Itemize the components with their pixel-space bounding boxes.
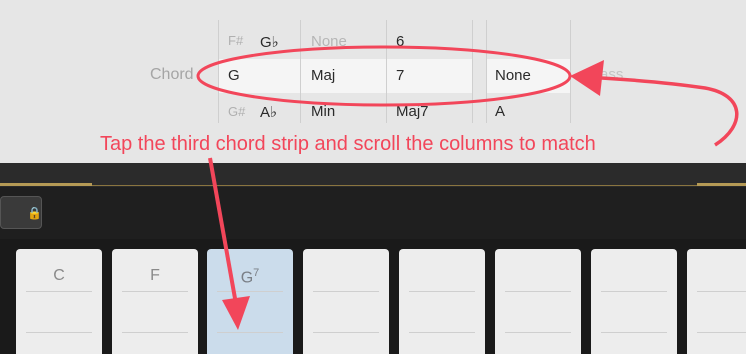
annotation-arrowhead-down (222, 296, 250, 330)
annotation-ellipse (196, 45, 572, 107)
annotation-arrowhead-top (570, 60, 604, 96)
annotation-overlay (196, 45, 739, 330)
annotation-down-arrow (208, 157, 238, 305)
annotation-curve-arrow (583, 75, 739, 147)
screen: Chord F# G♭ G G# A♭ None Maj Min 6 7 Maj… (0, 0, 746, 354)
